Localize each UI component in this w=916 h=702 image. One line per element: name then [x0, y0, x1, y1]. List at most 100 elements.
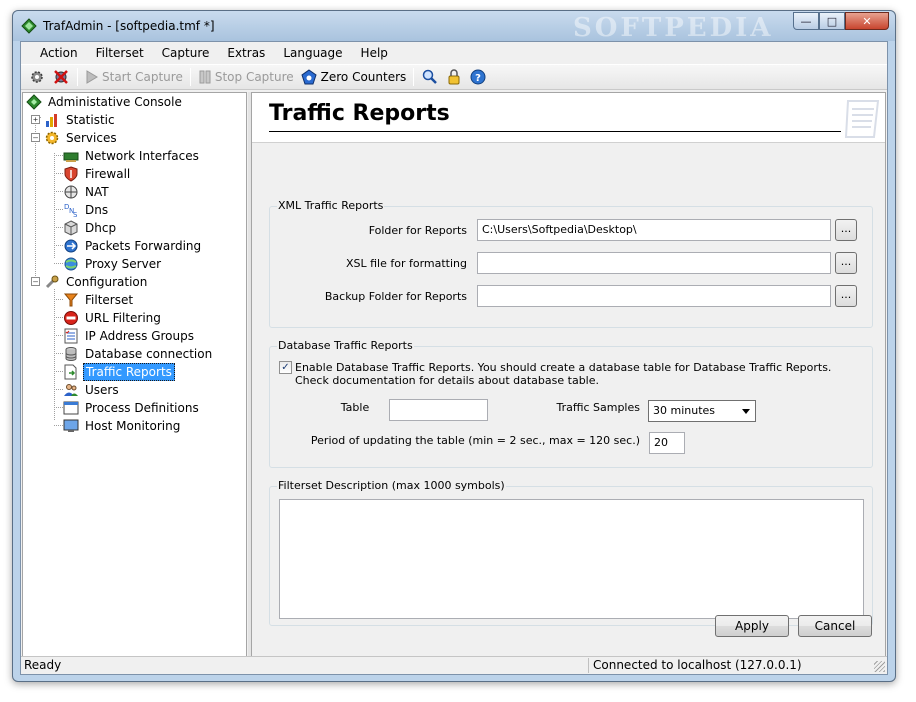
menu-language[interactable]: Language [274, 44, 351, 62]
dns-letters-icon: DNS [63, 202, 79, 218]
ip-groups-list-icon [63, 328, 79, 344]
toolbar-separator [77, 68, 78, 86]
filter-funnel-icon [63, 292, 79, 308]
apply-button[interactable]: Apply [715, 615, 789, 637]
tree-node-services[interactable]: Services [44, 129, 119, 147]
db-group-label: Database Traffic Reports [277, 339, 414, 352]
tree-node-ip-address-groups[interactable]: IP Address Groups [63, 327, 196, 345]
magnifier-icon [423, 69, 438, 84]
filterset-description-group: Filterset Description (max 1000 symbols) [269, 479, 873, 626]
xsl-browse-button[interactable]: ... [835, 252, 857, 274]
menu-action[interactable]: Action [31, 44, 87, 62]
process-window-icon [63, 400, 79, 416]
tree-node-configuration[interactable]: Configuration [44, 273, 149, 291]
table-input[interactable] [389, 399, 488, 421]
panel-header: Traffic Reports [252, 93, 885, 143]
svg-text:S: S [73, 211, 78, 218]
tree-node-packets-forwarding[interactable]: Packets Forwarding [63, 237, 203, 255]
tree-label-firewall: Firewall [85, 167, 131, 181]
tree-label-statistic: Statistic [66, 113, 115, 127]
caption-buttons: — □ ✕ [793, 12, 889, 30]
tree-label-ip-address-groups: IP Address Groups [85, 329, 194, 343]
description-group-label: Filterset Description (max 1000 symbols) [277, 479, 506, 492]
status-bar: Ready Connected to localhost (127.0.0.1) [21, 656, 887, 674]
enable-db-reports-checkbox[interactable]: ✓ [279, 361, 292, 374]
folder-browse-button[interactable]: ... [835, 219, 857, 241]
tree-node-nat[interactable]: NAT [63, 183, 111, 201]
trafadmin-app-icon [21, 18, 37, 34]
stop-capture-label: Stop Capture [214, 70, 294, 84]
tree-node-users[interactable]: Users [63, 381, 121, 399]
toolbar: Start Capture Stop Capture Zero Counters [21, 64, 887, 90]
tree-node-firewall[interactable]: Firewall [63, 165, 132, 183]
configuration-expander[interactable]: – [31, 277, 40, 286]
connect-button[interactable] [25, 66, 49, 88]
users-icon [63, 382, 79, 398]
xsl-input[interactable] [477, 252, 831, 274]
tree-node-url-filtering[interactable]: URL Filtering [63, 309, 163, 327]
report-header-icon [844, 100, 880, 138]
period-input[interactable]: 20 [649, 432, 685, 454]
dropdown-arrow-icon [742, 409, 750, 414]
zero-counters-button[interactable]: Zero Counters [297, 66, 410, 88]
backup-folder-input[interactable] [477, 285, 831, 307]
start-capture-label: Start Capture [102, 70, 183, 84]
connect-gear-icon [31, 71, 43, 83]
check-mark-icon: ✓ [281, 362, 290, 373]
tree-node-traffic-reports[interactable]: Traffic Reports [63, 363, 175, 381]
resize-grip[interactable] [874, 661, 885, 672]
tree-label-process-definitions: Process Definitions [85, 401, 199, 415]
options-button[interactable] [418, 66, 442, 88]
traffic-samples-select[interactable]: 30 minutes [648, 400, 756, 422]
services-expander[interactable]: – [31, 133, 40, 142]
status-text: Ready [24, 658, 62, 672]
tree-node-filterset[interactable]: Filterset [63, 291, 135, 309]
tree-node-root[interactable]: Administative Console [26, 93, 184, 111]
tree-node-dhcp[interactable]: Dhcp [63, 219, 118, 237]
close-button[interactable]: ✕ [845, 12, 889, 30]
play-icon [86, 70, 98, 84]
monitor-icon [63, 418, 79, 434]
tree-node-statistic[interactable]: Statistic [44, 111, 117, 129]
menu-bar: Action Filterset Capture Extras Language… [21, 42, 887, 64]
tree-label-dhcp: Dhcp [85, 221, 117, 235]
folder-input[interactable]: C:\Users\Softpedia\Desktop\ [477, 219, 831, 241]
tree-node-dns[interactable]: DNS Dns [63, 201, 110, 219]
tree-node-proxy-server[interactable]: Proxy Server [63, 255, 163, 273]
statistic-expander[interactable]: + [31, 115, 40, 124]
tree-label-traffic-reports: Traffic Reports [83, 363, 175, 381]
menu-filterset[interactable]: Filterset [87, 44, 153, 62]
minimize-icon: — [800, 14, 812, 28]
tree-node-process-definitions[interactable]: Process Definitions [63, 399, 201, 417]
client-area: Action Filterset Capture Extras Language… [20, 41, 888, 675]
xml-reports-group: XML Traffic Reports Folder for Reports C… [269, 199, 873, 328]
minimize-button[interactable]: — [793, 12, 819, 30]
cancel-button[interactable]: Cancel [798, 615, 872, 637]
traffic-samples-value: 30 minutes [653, 404, 716, 417]
tree-node-network-interfaces[interactable]: Network Interfaces [63, 147, 201, 165]
tree-node-host-monitoring[interactable]: Host Monitoring [63, 417, 182, 435]
title-bar[interactable]: TrafAdmin - [softpedia.tmf *] SOFTPEDIA … [13, 11, 895, 43]
tree-label-filterset: Filterset [85, 293, 134, 307]
stop-capture-button[interactable]: Stop Capture [195, 66, 297, 88]
tree-node-database-connection[interactable]: Database connection [63, 345, 214, 363]
backup-browse-button[interactable]: ... [835, 285, 857, 307]
filterset-description-textarea[interactable] [279, 499, 864, 619]
navigation-tree[interactable]: Administative Console + Statistic – Serv… [22, 92, 247, 657]
menu-capture[interactable]: Capture [153, 44, 219, 62]
tree-label-url-filtering: URL Filtering [85, 311, 161, 325]
tree-label-proxy-server: Proxy Server [85, 257, 162, 271]
maximize-button[interactable]: □ [819, 12, 845, 30]
menu-extras[interactable]: Extras [218, 44, 274, 62]
tree-label-database-connection: Database connection [85, 347, 213, 361]
license-button[interactable] [442, 66, 466, 88]
menu-help[interactable]: Help [352, 44, 397, 62]
enable-db-reports-text: Enable Database Traffic Reports. You sho… [295, 361, 832, 387]
disconnect-button[interactable] [49, 66, 73, 88]
start-capture-button[interactable]: Start Capture [82, 66, 186, 88]
tree-label-configuration: Configuration [66, 275, 148, 289]
database-reports-group: Database Traffic Reports ✓ Enable Databa… [269, 339, 873, 468]
zero-counters-icon [301, 69, 317, 85]
help-button[interactable]: ? [466, 66, 490, 88]
tree-label-host-monitoring: Host Monitoring [85, 419, 181, 433]
